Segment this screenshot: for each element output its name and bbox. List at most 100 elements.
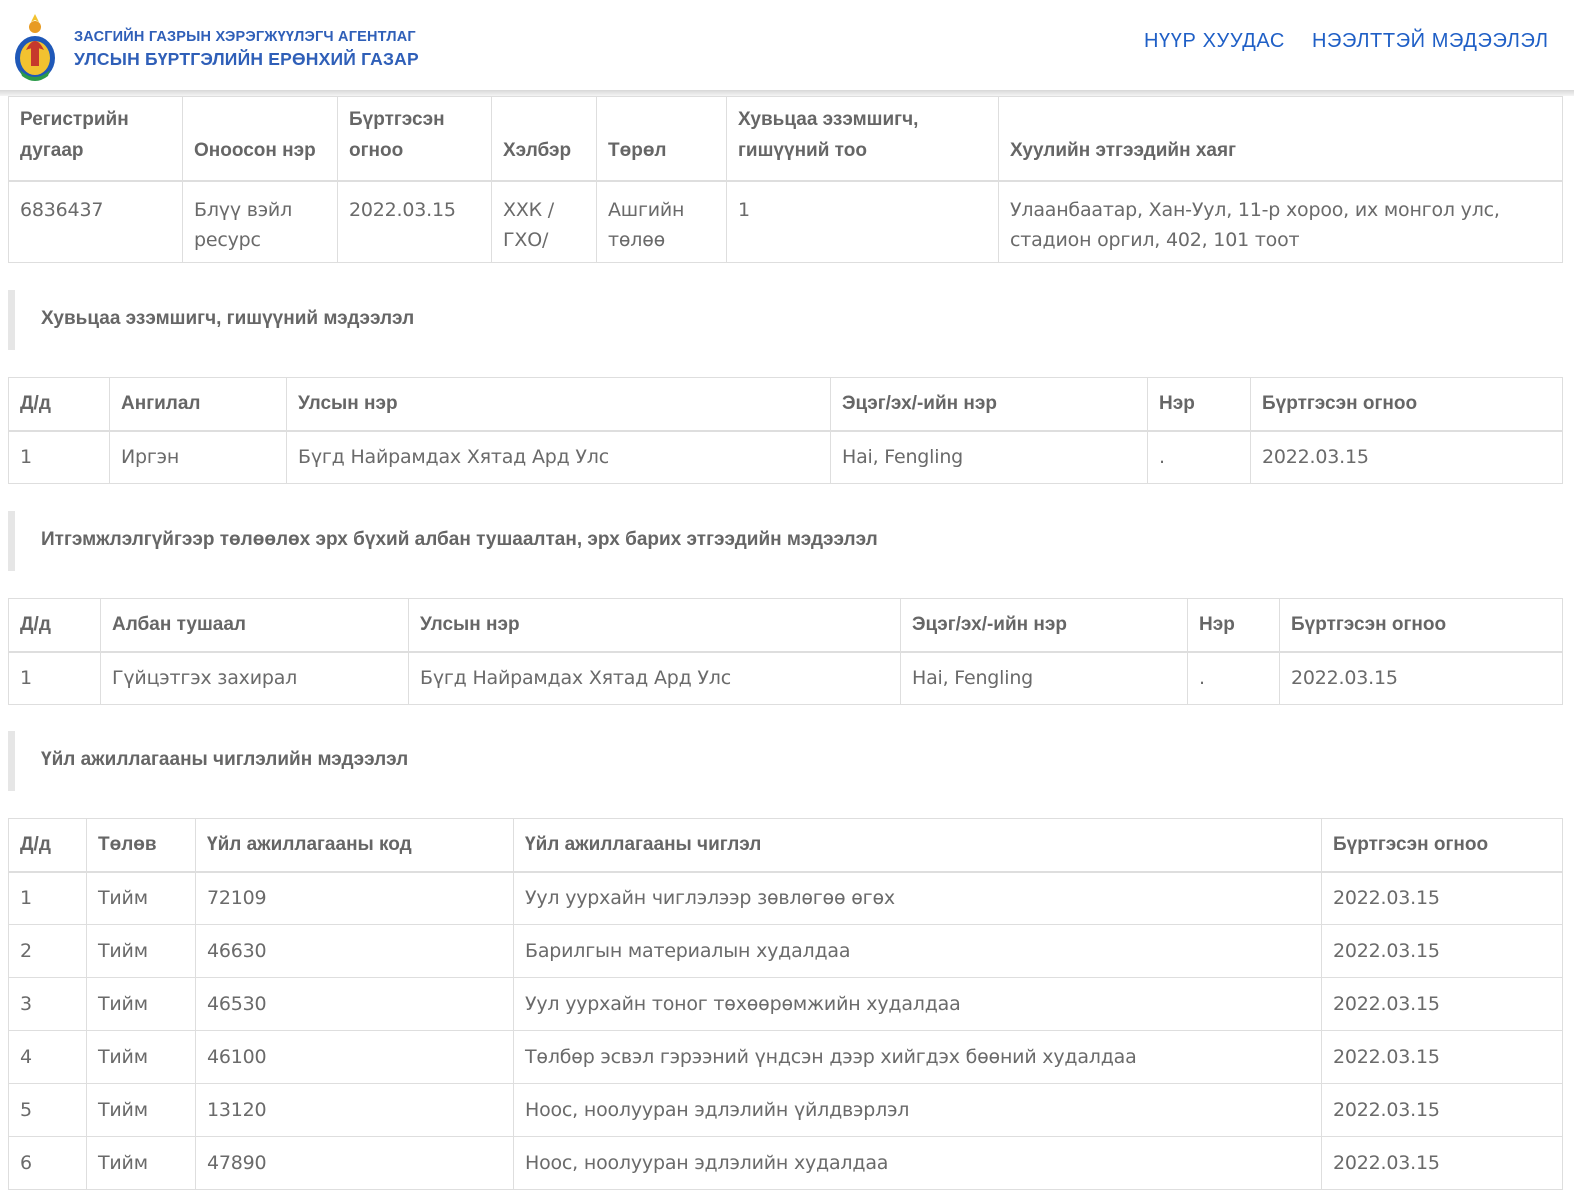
coat-of-arms-icon — [15, 14, 55, 81]
nav-public-info-link[interactable]: НЭЭЛТТЭЙ МЭДЭЭЛЭЛ — [1312, 30, 1549, 53]
cell-index: 1 — [8, 651, 101, 705]
col-registered-date: Бүртгэсэн огноо — [337, 96, 492, 182]
entity-form: ХХК / ГХО/ — [491, 180, 597, 263]
section-title: Итгэмжлэлгүйгээр төлөөлөх эрх бүхий алба… — [41, 529, 878, 550]
col-shareholder-count: Хувьцаа эзэмшигч, гишүүний тоо — [726, 96, 999, 182]
cell-status: Тийм — [86, 871, 196, 925]
nav-home-link[interactable]: НҮҮР ХУУДАС — [1144, 30, 1285, 53]
col-register-number: Регистрийн дугаар — [8, 96, 183, 182]
cell-registered-date: 2022.03.15 — [1250, 430, 1563, 484]
top-header: ЗАСГИЙН ГАЗРЫН ХЭРЭГЖҮҮЛЭГЧ АГЕНТЛАГ УЛС… — [0, 0, 1574, 92]
col-parent-name: Эцэг/эх/-ийн нэр — [900, 598, 1188, 653]
col-country: Улсын нэр — [408, 598, 901, 653]
officials-table: Д/д Албан тушаал Улсын нэр Эцэг/эх/-ийн … — [8, 598, 1563, 705]
cell-registered-date: 2022.03.15 — [1321, 1136, 1563, 1190]
col-registered-date: Бүртгэсэн огноо — [1321, 818, 1563, 873]
section-heading-shareholders: Хувьцаа эзэмшигч, гишүүний мэдээлэл — [8, 290, 1562, 350]
cell-activity-code: 72109 — [195, 871, 514, 925]
cell-registered-date: 2022.03.15 — [1321, 977, 1563, 1031]
col-given-name: Нэр — [1147, 377, 1251, 432]
col-status: Төлөв — [86, 818, 196, 873]
cell-country: Бүгд Найрамдах Хятад Ард Улс — [286, 430, 831, 484]
cell-activity-code: 13120 — [195, 1083, 514, 1137]
cell-given-name: . — [1187, 651, 1280, 705]
cell-index: 2 — [8, 924, 87, 978]
agency-line-2: УЛСЫН БҮРТГЭЛИЙН ЕРӨНХИЙ ГАЗАР — [74, 49, 419, 69]
col-form: Хэлбэр — [491, 96, 597, 182]
col-index: Д/д — [8, 377, 110, 432]
cell-activity-direction: Уул уурхайн чиглэлээр зөвлөгөө өгөх — [513, 871, 1322, 925]
cell-index: 1 — [8, 430, 110, 484]
cell-status: Тийм — [86, 977, 196, 1031]
section-title: Хувьцаа эзэмшигч, гишүүний мэдээлэл — [41, 308, 415, 329]
cell-status: Тийм — [86, 1030, 196, 1084]
cell-activity-direction: Төлбөр эсвэл гэрээний үндсэн дээр хийгдэ… — [513, 1030, 1322, 1084]
table-row: 1 Гүйцэтгэх захирал Бүгд Найрамдах Хятад… — [8, 651, 1563, 705]
cell-registered-date: 2022.03.15 — [1321, 1083, 1563, 1137]
cell-status: Тийм — [86, 1136, 196, 1190]
shareholder-count: 1 — [726, 180, 999, 263]
cell-given-name: . — [1147, 430, 1251, 484]
cell-parent-name: Hai, Fengling — [830, 430, 1148, 484]
shareholders-table: Д/д Ангилал Улсын нэр Эцэг/эх/-ийн нэр Н… — [8, 377, 1563, 484]
col-registered-date: Бүртгэсэн огноо — [1250, 377, 1563, 432]
entity-summary-table: Регистрийн дугаар Оноосон нэр Бүртгэсэн … — [8, 96, 1563, 263]
cell-registered-date: 2022.03.15 — [1279, 651, 1563, 705]
section-title: Үйл ажиллагааны чиглэлийн мэдээлэл — [41, 749, 409, 770]
cell-activity-direction: Ноос, ноолууран эдлэлийн үйлдвэрлэл — [513, 1083, 1322, 1137]
cell-activity-code: 46630 — [195, 924, 514, 978]
cell-category: Иргэн — [109, 430, 287, 484]
table-row: 6 Тийм 47890 Ноос, ноолууран эдлэлийн ху… — [8, 1136, 1563, 1190]
col-index: Д/д — [8, 818, 87, 873]
entity-name: Блүү вэйл ресурс — [182, 180, 338, 263]
cell-activity-code: 46100 — [195, 1030, 514, 1084]
cell-registered-date: 2022.03.15 — [1321, 924, 1563, 978]
cell-country: Бүгд Найрамдах Хятад Ард Улс — [408, 651, 901, 705]
table-row: 1 Тийм 72109 Уул уурхайн чиглэлээр зөвлө… — [8, 871, 1563, 925]
col-registered-date: Бүртгэсэн огноо — [1279, 598, 1563, 653]
cell-registered-date: 2022.03.15 — [1321, 1030, 1563, 1084]
col-position: Албан тушаал — [100, 598, 409, 653]
entity-address: Улаанбаатар, Хан-Уул, 11-р хороо, их мон… — [998, 180, 1563, 263]
cell-index: 4 — [8, 1030, 87, 1084]
table-row: 6836437 Блүү вэйл ресурс 2022.03.15 ХХК … — [8, 180, 1563, 263]
cell-index: 5 — [8, 1083, 87, 1137]
agency-line-1: ЗАСГИЙН ГАЗРЫН ХЭРЭГЖҮҮЛЭГЧ АГЕНТЛАГ — [74, 29, 416, 45]
cell-activity-direction: Уул уурхайн тоног төхөөрөмжийн худалдаа — [513, 977, 1322, 1031]
cell-activity-direction: Ноос, ноолууран эдлэлийн худалдаа — [513, 1136, 1322, 1190]
cell-registered-date: 2022.03.15 — [1321, 871, 1563, 925]
cell-activity-code: 47890 — [195, 1136, 514, 1190]
entity-type: Ашгийн төлөө — [596, 180, 727, 263]
activities-table: Д/д Төлөв Үйл ажиллагааны код Үйл ажилла… — [8, 818, 1563, 1190]
table-header-row: Д/д Албан тушаал Улсын нэр Эцэг/эх/-ийн … — [8, 598, 1563, 653]
register-number: 6836437 — [8, 180, 183, 263]
cell-index: 3 — [8, 977, 87, 1031]
table-row: 2 Тийм 46630 Барилгын материалын худалда… — [8, 924, 1563, 978]
table-row: 3 Тийм 46530 Уул уурхайн тоног төхөөрөмж… — [8, 977, 1563, 1031]
cell-position: Гүйцэтгэх захирал — [100, 651, 409, 705]
section-heading-officials: Итгэмжлэлгүйгээр төлөөлөх эрх бүхий алба… — [8, 511, 1562, 571]
cell-status: Тийм — [86, 1083, 196, 1137]
cell-index: 6 — [8, 1136, 87, 1190]
col-address: Хуулийн этгээдийн хаяг — [998, 96, 1563, 182]
col-activity-code: Үйл ажиллагааны код — [195, 818, 514, 873]
registered-date: 2022.03.15 — [337, 180, 492, 263]
col-type: Төрөл — [596, 96, 727, 182]
cell-parent-name: Hai, Fengling — [900, 651, 1188, 705]
table-row: 4 Тийм 46100 Төлбөр эсвэл гэрээний үндсэ… — [8, 1030, 1563, 1084]
col-given-name: Нэр — [1187, 598, 1280, 653]
cell-activity-direction: Барилгын материалын худалдаа — [513, 924, 1322, 978]
table-header-row: Д/д Төлөв Үйл ажиллагааны код Үйл ажилла… — [8, 818, 1563, 873]
cell-index: 1 — [8, 871, 87, 925]
col-name: Оноосон нэр — [182, 96, 338, 182]
table-row: 5 Тийм 13120 Ноос, ноолууран эдлэлийн үй… — [8, 1083, 1563, 1137]
section-heading-activities: Үйл ажиллагааны чиглэлийн мэдээлэл — [8, 731, 1562, 791]
col-activity-direction: Үйл ажиллагааны чиглэл — [513, 818, 1322, 873]
col-country: Улсын нэр — [286, 377, 831, 432]
table-header-row: Д/д Ангилал Улсын нэр Эцэг/эх/-ийн нэр Н… — [8, 377, 1563, 432]
col-index: Д/д — [8, 598, 101, 653]
table-header-row: Регистрийн дугаар Оноосон нэр Бүртгэсэн … — [8, 96, 1563, 182]
col-parent-name: Эцэг/эх/-ийн нэр — [830, 377, 1148, 432]
table-row: 1 Иргэн Бүгд Найрамдах Хятад Ард Улс Hai… — [8, 430, 1563, 484]
agency-title: ЗАСГИЙН ГАЗРЫН ХЭРЭГЖҮҮЛЭГЧ АГЕНТЛАГ УЛС… — [74, 28, 419, 72]
